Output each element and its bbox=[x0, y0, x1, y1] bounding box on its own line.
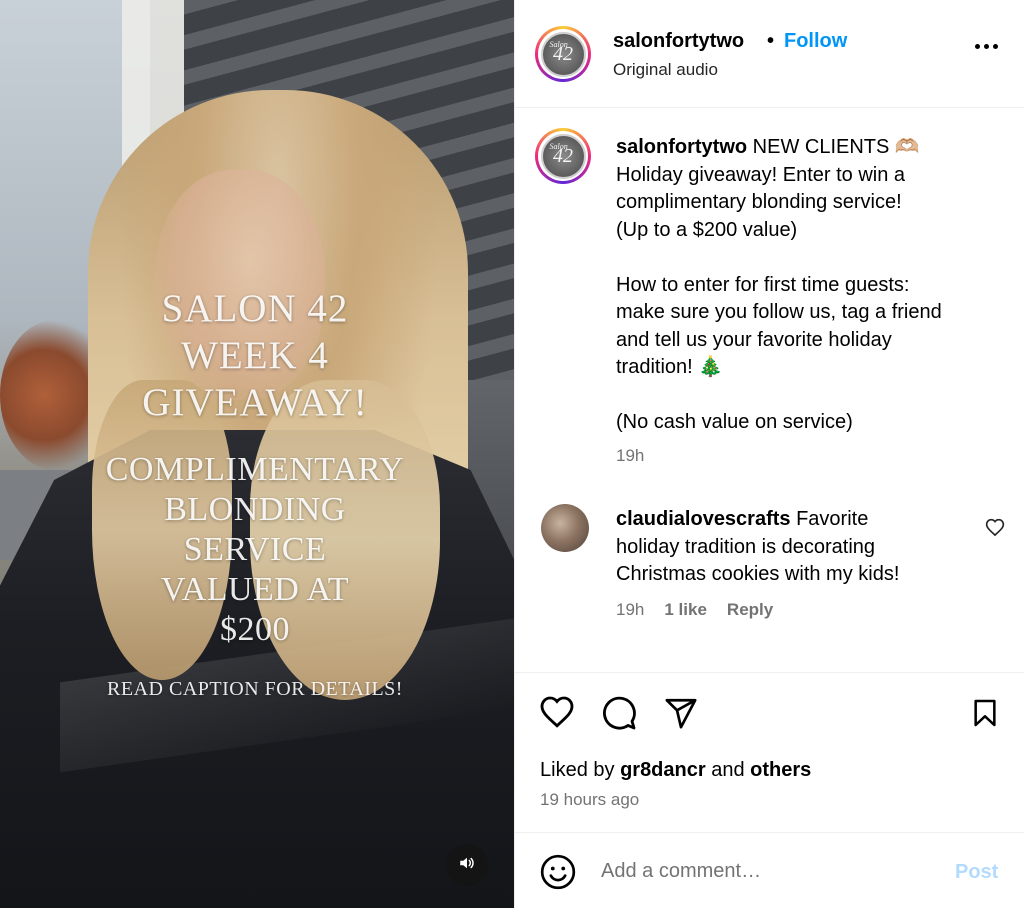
speaker-icon bbox=[458, 854, 476, 877]
overlay-body-line: $200 bbox=[220, 611, 290, 648]
caption-line: How to enter for first time guests: bbox=[616, 273, 910, 296]
caption-line: (Up to a $200 value) bbox=[616, 218, 798, 241]
overlay-note: READ CAPTION FOR DETAILS! bbox=[107, 678, 403, 700]
caption-line: make sure you follow us, tag a friend bbox=[616, 301, 942, 323]
avatar-small-text: Salon bbox=[549, 141, 568, 151]
emoji-button[interactable] bbox=[539, 853, 577, 891]
liked-by-and: and bbox=[705, 759, 751, 781]
liked-by-others[interactable]: others bbox=[750, 759, 811, 781]
audio-toggle-button[interactable] bbox=[446, 844, 488, 886]
comment-text: holiday tradition is decorating bbox=[616, 535, 876, 558]
comment-button[interactable] bbox=[599, 695, 639, 735]
smiley-icon bbox=[539, 854, 577, 895]
caption-timestamp[interactable]: 19h bbox=[616, 446, 644, 466]
avatar-inner: Salon 42 bbox=[538, 29, 588, 79]
caption-text: NEW CLIENTS 🫶🏼 bbox=[747, 136, 920, 158]
author-username[interactable]: salonfortytwo bbox=[613, 30, 744, 53]
caption-author-avatar[interactable]: Salon 42 bbox=[535, 128, 591, 184]
caption-line: (No cash value on service) bbox=[616, 411, 853, 433]
more-dot-icon bbox=[974, 43, 980, 49]
more-options-button[interactable] bbox=[971, 36, 1001, 56]
caption-username[interactable]: salonfortytwo bbox=[616, 136, 747, 158]
comment-text: Favorite bbox=[790, 508, 869, 530]
overlay-title-line: GIVEAWAY! bbox=[142, 381, 368, 424]
more-dot-icon bbox=[983, 43, 989, 49]
caption-line: Holiday giveaway! Enter to win a bbox=[616, 163, 906, 186]
overlay-body: COMPLIMENTARY BLONDING SERVICE VALUED AT… bbox=[40, 450, 470, 650]
post-details-panel: Salon 42 salonfortytwo • Follow Original… bbox=[514, 0, 1024, 908]
comment-body: claudialovescrafts Favorite holiday trad… bbox=[616, 506, 956, 589]
save-button[interactable] bbox=[965, 695, 1005, 735]
heart-icon bbox=[985, 518, 1005, 542]
post-caption: salonfortytwo NEW CLIENTS 🫶🏼 Holiday giv… bbox=[616, 134, 996, 437]
share-button[interactable] bbox=[661, 695, 701, 735]
overlay-body-line: SERVICE bbox=[183, 531, 327, 568]
post-comment-button[interactable]: Post bbox=[955, 861, 998, 884]
liked-by-user[interactable]: gr8dancr bbox=[620, 759, 706, 781]
comment-input[interactable] bbox=[601, 855, 931, 887]
avatar-small-text: Salon bbox=[549, 39, 568, 49]
comment-timestamp[interactable]: 19h bbox=[616, 600, 644, 620]
caption-line: and tell us your favorite holiday bbox=[616, 328, 892, 351]
post-timestamp[interactable]: 19 hours ago bbox=[540, 790, 639, 810]
video-text-overlay: SALON 42 WEEK 4 GIVEAWAY! COMPLIMENTARY … bbox=[40, 285, 470, 701]
caption-line: tradition! 🎄 bbox=[616, 356, 724, 378]
salon-logo: Salon 42 bbox=[540, 31, 586, 77]
overlay-body-line: BLONDING bbox=[164, 491, 346, 528]
post-header: Salon 42 salonfortytwo • Follow Original… bbox=[515, 0, 1024, 108]
audio-label[interactable]: Original audio bbox=[613, 60, 718, 80]
overlay-body-line: VALUED AT bbox=[160, 571, 350, 608]
overlay-title: SALON 42 WEEK 4 GIVEAWAY! bbox=[40, 285, 470, 426]
avatar-inner: Salon 42 bbox=[538, 131, 588, 181]
like-button[interactable] bbox=[537, 695, 577, 735]
commenter-avatar[interactable] bbox=[541, 504, 589, 552]
overlay-body-line: COMPLIMENTARY bbox=[105, 451, 405, 488]
comment-meta: 19h 1 like Reply bbox=[616, 600, 773, 620]
comment-text: Christmas cookies with my kids! bbox=[616, 563, 900, 585]
speech-bubble-icon bbox=[601, 695, 637, 736]
post-actions: Liked by gr8dancr and others 19 hours ag… bbox=[515, 672, 1024, 832]
post-media[interactable]: SALON 42 WEEK 4 GIVEAWAY! COMPLIMENTARY … bbox=[0, 0, 514, 908]
comment-like-button[interactable] bbox=[985, 518, 1005, 538]
salon-logo: Salon 42 bbox=[540, 133, 586, 179]
comment-likes-count[interactable]: 1 like bbox=[664, 600, 707, 620]
commenter-username[interactable]: claudialovescrafts bbox=[616, 508, 791, 530]
caption-line: salonfortytwo NEW CLIENTS 🫶🏼 bbox=[616, 134, 996, 162]
author-avatar[interactable]: Salon 42 bbox=[535, 26, 591, 82]
overlay-title-line: WEEK 4 bbox=[181, 334, 329, 377]
heart-icon bbox=[539, 695, 575, 736]
caption-line: complimentary blonding service! bbox=[616, 191, 902, 213]
reply-button[interactable]: Reply bbox=[727, 600, 773, 620]
add-comment-bar: Post bbox=[515, 832, 1024, 908]
paper-plane-icon bbox=[664, 696, 698, 735]
bookmark-icon bbox=[969, 696, 1001, 735]
overlay-title-line: SALON 42 bbox=[161, 287, 349, 330]
liked-by-text: Liked by gr8dancr and others bbox=[540, 759, 811, 782]
more-dot-icon bbox=[992, 43, 998, 49]
liked-by-prefix: Liked by bbox=[540, 759, 621, 781]
separator-dot: • bbox=[767, 30, 775, 52]
follow-button[interactable]: Follow bbox=[784, 30, 847, 53]
